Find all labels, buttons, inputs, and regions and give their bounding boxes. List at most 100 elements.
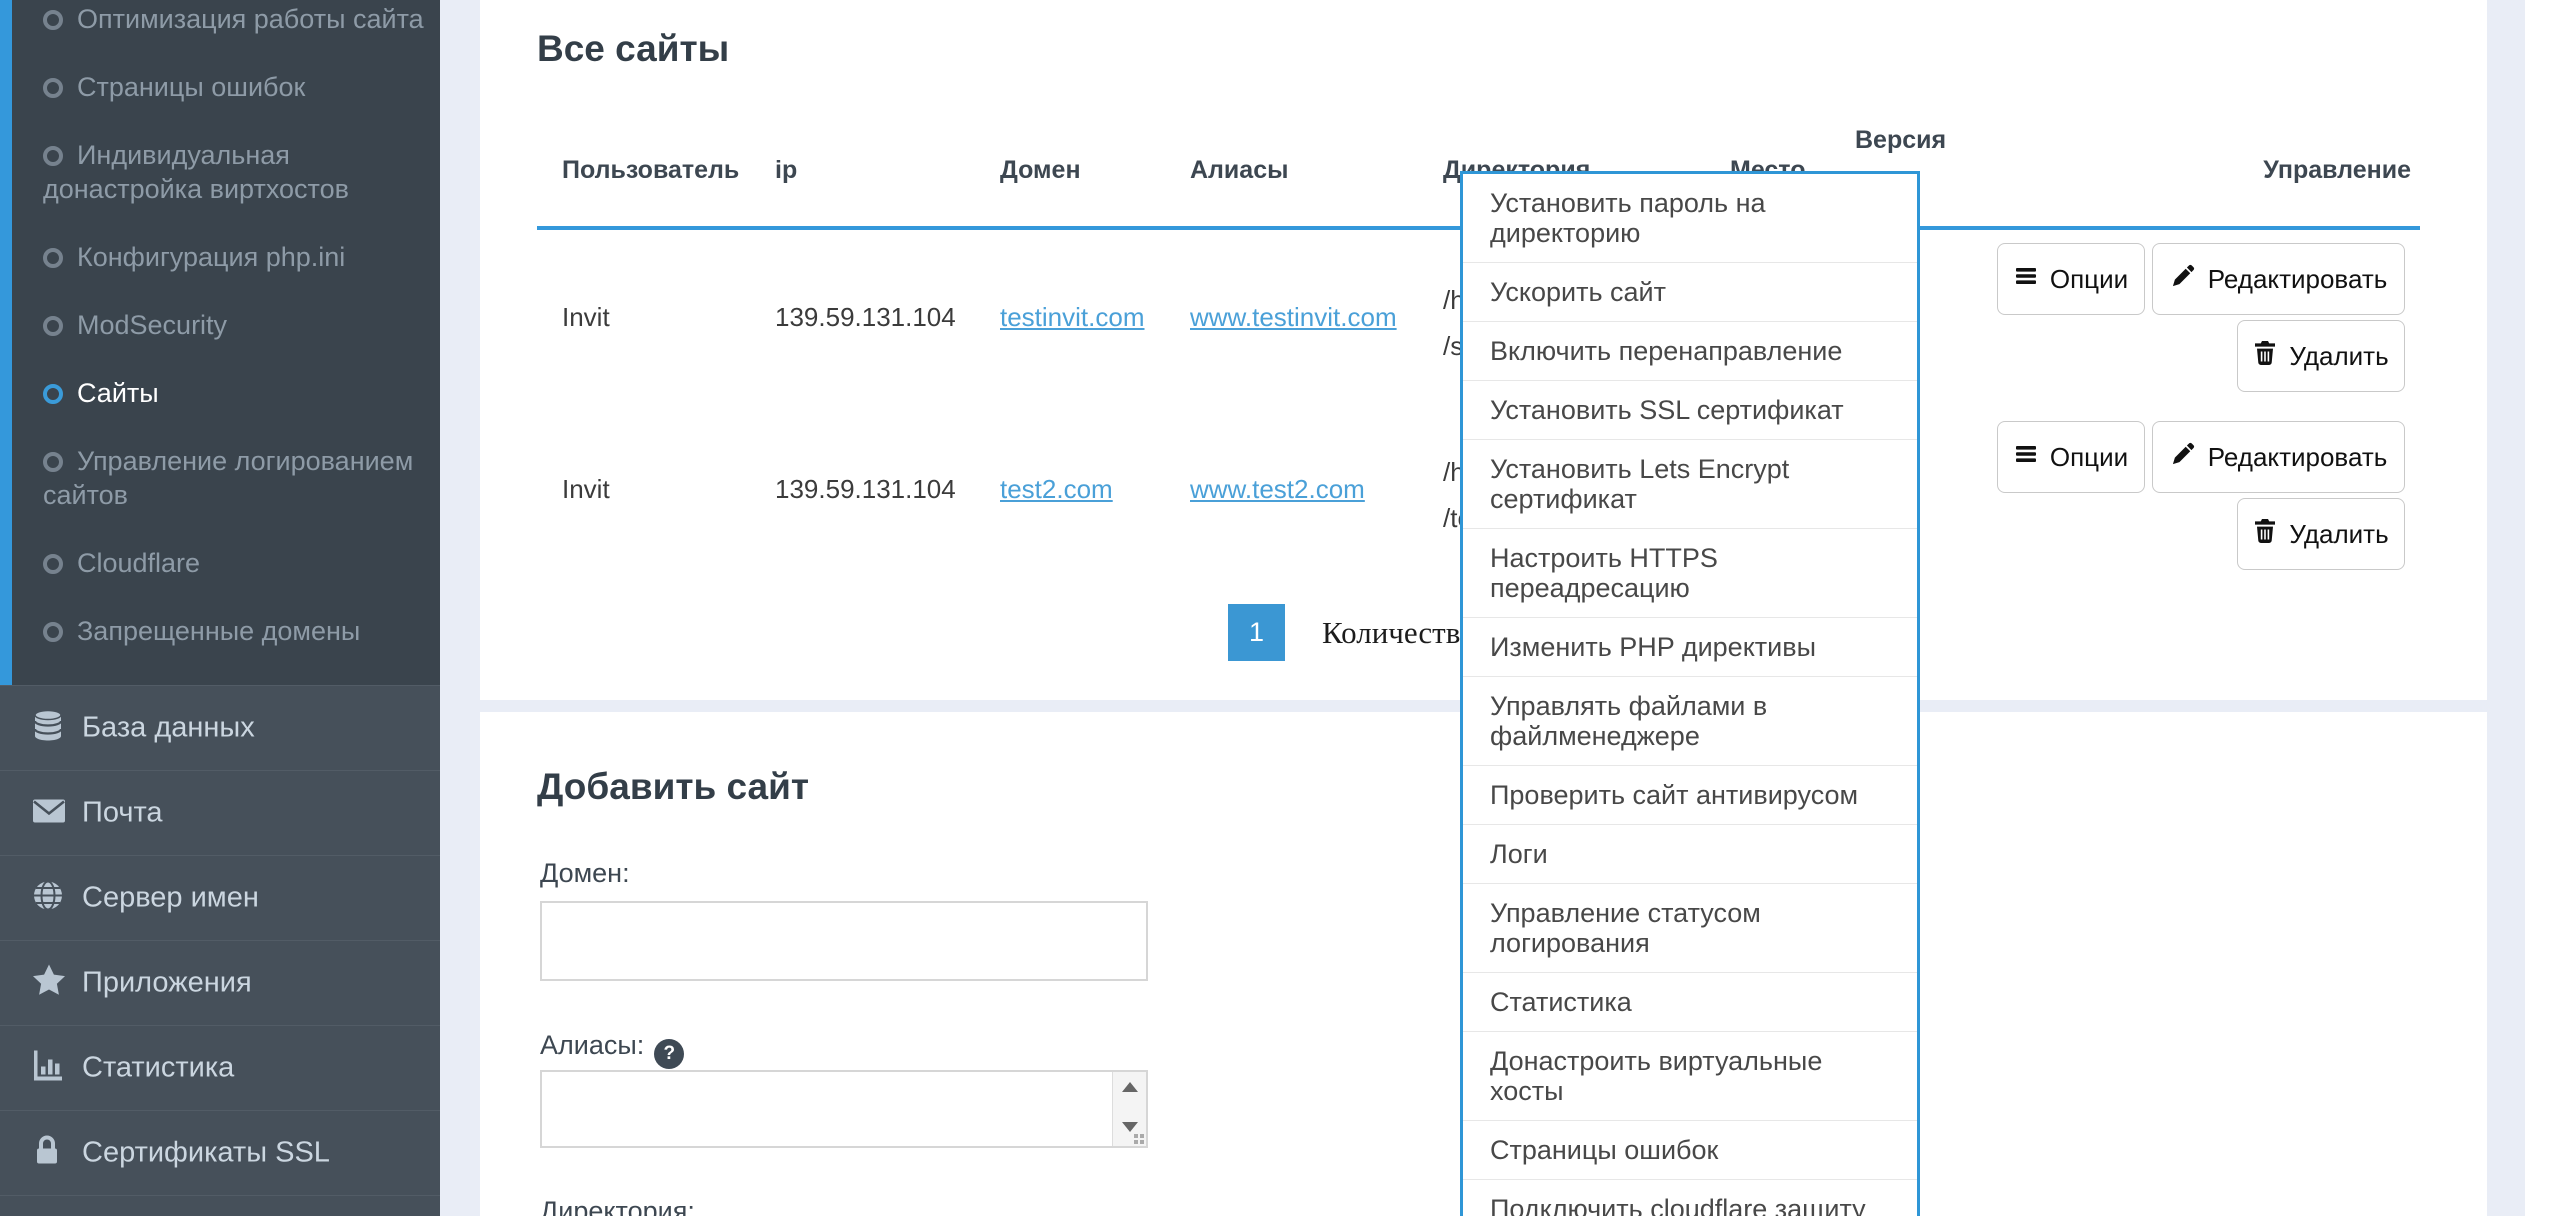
submenu-item[interactable]: Cloudflare bbox=[12, 546, 440, 580]
submenu-item[interactable]: Конфигурация php.ini bbox=[12, 240, 440, 274]
sidebar-item-почта[interactable]: Почта bbox=[0, 770, 440, 855]
alias-link[interactable]: www.testinvit.com bbox=[1190, 302, 1397, 332]
bullet-icon bbox=[43, 316, 63, 336]
sidebar-item-приложения[interactable]: Приложения bbox=[0, 940, 440, 1025]
site-options-context-menu: Установить пароль на директориюУскорить … bbox=[1460, 171, 1920, 1216]
context-menu-item[interactable]: Статистика bbox=[1463, 972, 1917, 1031]
context-menu-item[interactable]: Подключить cloudflare защиту bbox=[1463, 1179, 1917, 1216]
submenu-item-label: Индивидуальная донастройка виртхостов bbox=[43, 140, 349, 204]
submenu-item-label: ModSecurity bbox=[77, 310, 227, 340]
sidebar-submenu-list: Оптимизация работы сайта Страницы ошибок И… bbox=[12, 2, 440, 648]
sidebar-item-label: Почта bbox=[82, 797, 163, 830]
delete-button[interactable]: Удалить bbox=[2237, 320, 2405, 392]
star-icon bbox=[30, 963, 68, 1004]
trash-icon bbox=[2253, 518, 2277, 551]
context-menu-item[interactable]: Страницы ошибок bbox=[1463, 1120, 1917, 1179]
submenu-item-label: Cloudflare bbox=[77, 548, 200, 578]
edit-button-label: Редактировать bbox=[2208, 442, 2388, 473]
bullet-icon bbox=[43, 554, 63, 574]
context-menu-item[interactable]: Проверить сайт антивирусом bbox=[1463, 765, 1917, 824]
bullet-icon bbox=[43, 248, 63, 268]
domain-link[interactable]: test2.com bbox=[1000, 474, 1113, 504]
column-header: Алиасы bbox=[1190, 156, 1288, 185]
context-menu-item[interactable]: Включить перенаправление bbox=[1463, 321, 1917, 380]
context-menu-item[interactable]: Ускорить сайт bbox=[1463, 262, 1917, 321]
resize-grip-icon[interactable] bbox=[1140, 1140, 1144, 1144]
bar-chart-icon bbox=[30, 1048, 66, 1089]
delete-button-label: Удалить bbox=[2289, 519, 2388, 550]
sidebar-item-сертификаты-ssl[interactable]: Сертификаты SSL bbox=[0, 1110, 440, 1195]
edit-button-label: Редактировать bbox=[2208, 264, 2388, 295]
sidebar-item-partial[interactable] bbox=[0, 1195, 440, 1216]
submenu-item-label: Оптимизация работы сайта bbox=[77, 4, 424, 34]
bullet-icon bbox=[43, 452, 63, 472]
options-button[interactable]: Опции bbox=[1997, 243, 2145, 315]
aliases-label: Алиасы:? bbox=[540, 1030, 684, 1069]
cell-domain: testinvit.com bbox=[1000, 300, 1145, 334]
submenu-item[interactable]: Страницы ошибок bbox=[12, 70, 440, 104]
aliases-label-text: Алиасы: bbox=[540, 1030, 644, 1060]
context-menu-item[interactable]: Управление статусом логирования bbox=[1463, 883, 1917, 972]
bullet-icon bbox=[43, 78, 63, 98]
hamburger-icon bbox=[2014, 264, 2038, 295]
submenu-item-label: Сайты bbox=[77, 378, 159, 408]
sidebar-item-база-данных[interactable]: База данных bbox=[0, 685, 440, 770]
submenu-item[interactable]: Оптимизация работы сайта bbox=[12, 2, 440, 36]
edit-button[interactable]: Редактировать bbox=[2152, 243, 2405, 315]
all-sites-title: Все сайты bbox=[537, 28, 729, 70]
sidebar-item-сервер-имен[interactable]: Сервер имен bbox=[0, 855, 440, 940]
context-menu-item[interactable]: Донастроить виртуальные хосты bbox=[1463, 1031, 1917, 1120]
submenu-item[interactable]: Запрещенные домены bbox=[12, 614, 440, 648]
cell-alias: www.test2.com bbox=[1190, 472, 1365, 506]
scroll-down-icon[interactable] bbox=[1122, 1122, 1138, 1132]
context-menu-item[interactable]: Установить Lets Encrypt сертификат bbox=[1463, 439, 1917, 528]
add-site-title: Добавить сайт bbox=[537, 766, 809, 808]
options-button-label: Опции bbox=[2050, 442, 2128, 473]
context-menu-item[interactable]: Изменить PHP директивы bbox=[1463, 617, 1917, 676]
column-header: Управление bbox=[2263, 156, 2411, 185]
pencil-icon bbox=[2170, 263, 2196, 296]
domain-input[interactable] bbox=[540, 901, 1148, 981]
column-header: Домен bbox=[1000, 156, 1081, 185]
pagination-page-1[interactable]: 1 bbox=[1228, 604, 1285, 661]
scroll-up-icon[interactable] bbox=[1122, 1082, 1138, 1092]
domain-label: Домен: bbox=[540, 858, 630, 889]
trash-icon bbox=[2253, 340, 2277, 373]
domain-link[interactable]: testinvit.com bbox=[1000, 302, 1145, 332]
submenu-item-label: Запрещенные домены bbox=[77, 616, 360, 646]
context-menu-item[interactable]: Установить SSL сертификат bbox=[1463, 380, 1917, 439]
help-icon[interactable]: ? bbox=[654, 1039, 684, 1069]
delete-button[interactable]: Удалить bbox=[2237, 498, 2405, 570]
page-scrollbar-track[interactable] bbox=[2525, 0, 2560, 1216]
options-button-label: Опции bbox=[2050, 264, 2128, 295]
context-menu-item[interactable]: Управлять файлами в файлменеджере bbox=[1463, 676, 1917, 765]
edit-button[interactable]: Редактировать bbox=[2152, 421, 2405, 493]
context-menu-item[interactable]: Логи bbox=[1463, 824, 1917, 883]
alias-link[interactable]: www.test2.com bbox=[1190, 474, 1365, 504]
delete-button-label: Удалить bbox=[2289, 341, 2388, 372]
aliases-textarea[interactable] bbox=[540, 1070, 1148, 1148]
sidebar-section-list: База данных Почта Сервер имен ПриложенияСта… bbox=[0, 685, 440, 1216]
column-header: Версия bbox=[1855, 126, 1946, 155]
mail-icon bbox=[30, 794, 68, 833]
active-bullet-icon bbox=[43, 384, 63, 404]
pencil-icon bbox=[2170, 441, 2196, 474]
cell-ip: 139.59.131.104 bbox=[775, 472, 956, 506]
lock-icon bbox=[30, 1133, 64, 1174]
textarea-scrollbar[interactable] bbox=[1112, 1072, 1146, 1146]
column-header: ip bbox=[775, 156, 797, 185]
submenu-item[interactable]: Сайты bbox=[12, 376, 440, 410]
bullet-icon bbox=[43, 622, 63, 642]
sidebar-item-label: Сервер имен bbox=[82, 882, 259, 915]
context-menu-item[interactable]: Настроить HTTPS переадресацию bbox=[1463, 528, 1917, 617]
sidebar-item-label: Сертификаты SSL bbox=[82, 1137, 330, 1170]
cell-user: Invit bbox=[562, 300, 610, 334]
cell-domain: test2.com bbox=[1000, 472, 1113, 506]
submenu-item[interactable]: ModSecurity bbox=[12, 308, 440, 342]
options-button[interactable]: Опции bbox=[1997, 421, 2145, 493]
context-menu-item[interactable]: Установить пароль на директорию bbox=[1463, 174, 1917, 262]
submenu-item-label: Управление логированием сайтов bbox=[43, 446, 413, 510]
sidebar-item-статистика[interactable]: Статистика bbox=[0, 1025, 440, 1110]
submenu-item[interactable]: Управление логированием сайтов bbox=[12, 444, 440, 512]
submenu-item[interactable]: Индивидуальная донастройка виртхостов bbox=[12, 138, 440, 206]
